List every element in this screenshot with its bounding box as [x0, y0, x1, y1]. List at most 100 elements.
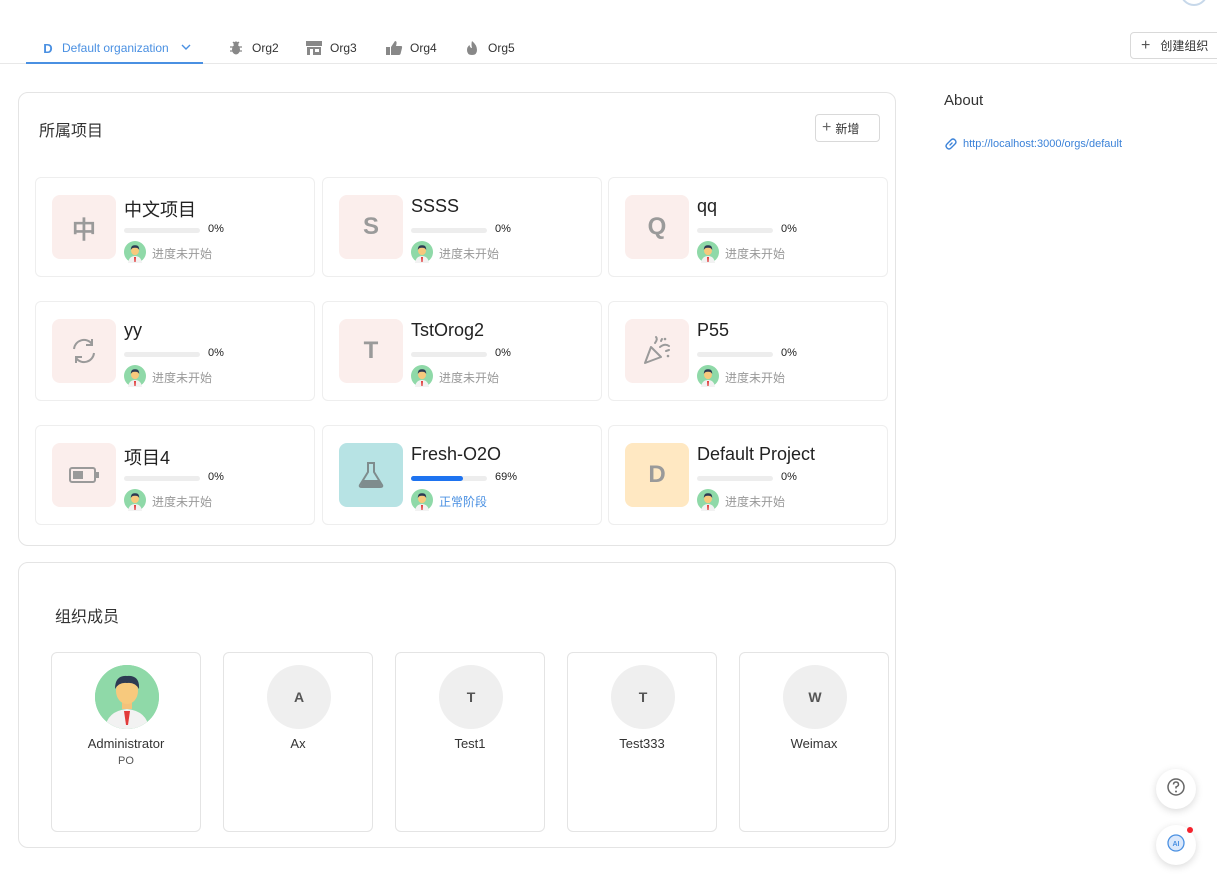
create-organization-label: 创建组织: [1160, 39, 1209, 53]
member-card[interactable]: W Weimax: [739, 652, 889, 832]
member-card[interactable]: A Ax: [223, 652, 373, 832]
owner-avatar: [124, 241, 146, 263]
project-card[interactable]: T TstOrog2 0% 进度未开始: [322, 301, 602, 401]
member-card[interactable]: Administrator PO: [51, 652, 201, 832]
svg-text:AI: AI: [1173, 841, 1180, 848]
owner-avatar: [124, 489, 146, 511]
members-title: 组织成员: [55, 609, 120, 626]
project-status: 进度未开始: [439, 371, 500, 385]
add-project-button[interactable]: + 新增: [815, 114, 880, 142]
project-avatar: Q: [625, 195, 689, 259]
link-icon: [944, 137, 958, 151]
flask-icon: [339, 443, 403, 507]
member-name: Weimax: [790, 736, 838, 751]
person-avatar: [95, 665, 159, 729]
progress-bar: [124, 476, 200, 481]
member-name: Test1: [454, 736, 486, 751]
about-link[interactable]: http://localhost:3000/orgs/default: [944, 137, 1122, 151]
projects-panel: 所属项目 + 新增 中 中文项目 0% 进度未开始 S SSSS 0% 进度未开…: [18, 92, 896, 546]
progress-bar: [697, 228, 773, 233]
member-role: PO: [118, 755, 134, 767]
progress-percent: 0%: [208, 223, 224, 235]
project-avatar: 中: [52, 195, 116, 259]
member-name: Administrator: [87, 736, 165, 751]
owner-avatar: [697, 241, 719, 263]
progress-bar: [411, 476, 487, 481]
about-title: About: [944, 92, 984, 109]
progress-bar: [124, 352, 200, 357]
user-avatar[interactable]: [1180, 0, 1208, 6]
progress-percent: 0%: [781, 471, 797, 483]
member-card[interactable]: T Test1: [395, 652, 545, 832]
project-name: qq: [697, 196, 718, 216]
notification-dot: [1187, 827, 1193, 833]
projects-title: 所属项目: [39, 123, 104, 140]
refresh-icon: [52, 319, 116, 383]
progress-percent: 0%: [495, 347, 511, 359]
tab-org4[interactable]: Org4: [384, 34, 437, 62]
member-name: Ax: [290, 736, 306, 751]
project-name: Default Project: [697, 444, 816, 464]
tab-default-organization[interactable]: D Default organization: [26, 34, 203, 64]
member-initial-avatar: T: [611, 665, 675, 729]
project-avatar: S: [339, 195, 403, 259]
bug-icon: [226, 38, 246, 58]
progress-bar: [411, 352, 487, 357]
project-card[interactable]: D Default Project 0% 进度未开始: [608, 425, 888, 525]
project-name: yy: [124, 320, 142, 340]
project-status: 正常阶段: [439, 495, 488, 509]
member-card[interactable]: T Test333: [567, 652, 717, 832]
member-initial-avatar: W: [783, 665, 847, 729]
members-panel: 组织成员 Administrator PO A Ax T Test1 T Tes…: [18, 562, 896, 848]
tab-label: Org2: [252, 41, 279, 55]
project-card[interactable]: 中 中文项目 0% 进度未开始: [35, 177, 315, 277]
party-popper-icon: [625, 319, 689, 383]
progress-bar: [411, 228, 487, 233]
thumbs-up-icon: [384, 38, 404, 58]
project-name: TstOrog2: [411, 320, 485, 340]
tab-label: Org4: [410, 41, 437, 55]
project-status: 进度未开始: [439, 247, 500, 261]
project-card[interactable]: S SSSS 0% 进度未开始: [322, 177, 602, 277]
project-status: 进度未开始: [725, 495, 786, 509]
project-status: 进度未开始: [152, 371, 213, 385]
letter-d-icon: D: [43, 40, 53, 56]
chevron-down-icon[interactable]: [181, 42, 191, 55]
progress-fill: [411, 476, 464, 481]
tab-label: Org3: [330, 41, 357, 55]
project-card[interactable]: yy 0% 进度未开始: [35, 301, 315, 401]
ai-icon: AI: [1165, 832, 1187, 859]
org-tab-bar: D Default organization Org2 Org3 Org4 Or…: [0, 0, 1217, 64]
owner-avatar: [697, 365, 719, 387]
progress-bar: [697, 352, 773, 357]
progress-percent: 0%: [208, 471, 224, 483]
project-status: 进度未开始: [725, 247, 786, 261]
plus-icon: +: [1141, 36, 1151, 54]
progress-bar: [697, 476, 773, 481]
battery-icon: [52, 443, 116, 507]
project-card[interactable]: P55 0% 进度未开始: [608, 301, 888, 401]
create-organization-button[interactable]: + 创建组织: [1130, 32, 1217, 59]
help-button[interactable]: [1156, 769, 1196, 809]
project-card[interactable]: 项目4 0% 进度未开始: [35, 425, 315, 525]
owner-avatar: [411, 241, 433, 263]
plus-icon: +: [822, 119, 832, 136]
member-name: Test333: [619, 736, 665, 751]
about-link-text: http://localhost:3000/orgs/default: [963, 138, 1122, 150]
project-name: 中文项目: [124, 200, 196, 220]
project-name: P55: [697, 320, 730, 340]
project-avatar: T: [339, 319, 403, 383]
project-name: Fresh-O2O: [411, 444, 502, 464]
store-icon: [304, 38, 324, 58]
owner-avatar: [124, 365, 146, 387]
tab-org2[interactable]: Org2: [226, 34, 279, 62]
tab-label: Default organization: [62, 41, 169, 55]
project-card[interactable]: Fresh-O2O 69% 正常阶段: [322, 425, 602, 525]
progress-percent: 69%: [495, 471, 518, 483]
owner-avatar: [411, 365, 433, 387]
ai-assistant-button[interactable]: AI: [1156, 825, 1196, 865]
tab-org3[interactable]: Org3: [304, 34, 357, 62]
member-initial-avatar: T: [439, 665, 503, 729]
project-card[interactable]: Q qq 0% 进度未开始: [608, 177, 888, 277]
tab-org5[interactable]: Org5: [462, 34, 515, 62]
